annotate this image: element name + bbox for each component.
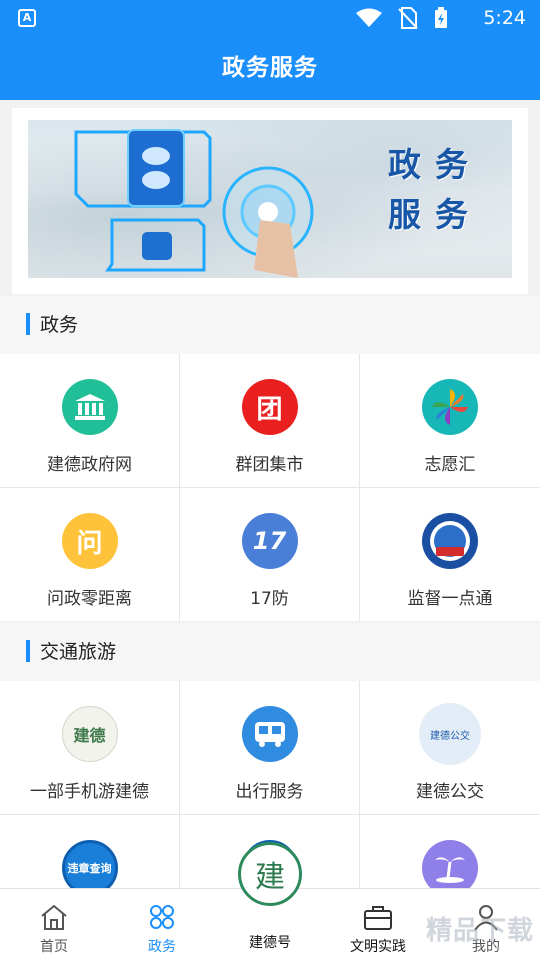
watermark: 精品下载	[425, 916, 534, 946]
page-title: 政务服务	[222, 55, 318, 81]
service-label: 群团集市	[235, 455, 304, 475]
jiande-bus-icon: 建德公交	[419, 703, 481, 765]
service-tile-group-market[interactable]: 团 群团集市	[180, 354, 359, 487]
service-label: 问政零距离	[47, 589, 132, 609]
service-tile-jiande-bus[interactable]: 建德公交 建德公交	[360, 681, 540, 814]
bus-icon	[241, 706, 298, 762]
status-bar: A 5:24	[0, 0, 540, 36]
nav-jiande-label[interactable]: 建德号	[216, 932, 324, 952]
government-building-icon	[61, 379, 118, 435]
battery-charging-icon	[435, 7, 447, 28]
service-label: 志愿汇	[424, 455, 476, 475]
jiande-tour-icon: 建德	[61, 706, 118, 762]
service-tile-volunteer[interactable]: 志愿汇	[360, 354, 540, 487]
service-tile-travel-service[interactable]: 出行服务	[180, 681, 359, 814]
section-header-government: 政务	[0, 296, 540, 354]
section-title: 交通旅游	[40, 641, 117, 663]
nav-label: 政务	[148, 939, 176, 955]
nav-label: 首页	[40, 939, 68, 955]
service-label: 17防	[250, 589, 289, 609]
banner-container: 政务 服务	[12, 108, 528, 294]
tuan-icon: 团	[241, 379, 298, 435]
supervision-icon	[422, 513, 478, 569]
nav-government[interactable]: 政务	[108, 889, 216, 960]
home-icon	[38, 901, 70, 933]
nav-civilization-practice[interactable]: 文明实践	[324, 889, 432, 960]
service-label: 建德政府网	[47, 455, 132, 475]
service-label: 建德公交	[416, 782, 484, 802]
section-accent-bar	[26, 313, 30, 335]
section-title: 政务	[40, 314, 79, 336]
service-label: 一部手机游建德	[30, 782, 149, 802]
service-tile-ask-government[interactable]: 问 问政零距离	[0, 488, 179, 621]
service-tile-jiande-government[interactable]: 建德政府网	[0, 354, 179, 487]
nav-home[interactable]: 首页	[0, 889, 108, 960]
service-tile-mobile-tour[interactable]: 建德 一部手机游建德	[0, 681, 179, 814]
service-label: 监督一点通	[407, 589, 493, 609]
government-services-grid: 建德政府网 团 群团集市 志愿汇 问 问政零距离 17 17防 监督一点通	[0, 354, 540, 621]
app-notification-icon: A	[18, 9, 36, 27]
app-header: 政务服务	[0, 36, 540, 100]
section-header-transport-travel: 交通旅游	[0, 623, 540, 681]
clock: 5:24	[483, 7, 526, 29]
banner-image[interactable]: 政务 服务	[28, 120, 512, 278]
status-icons	[356, 7, 448, 29]
service-label: 出行服务	[235, 782, 304, 802]
clover-icon	[146, 901, 178, 933]
pinwheel-icon	[422, 379, 478, 435]
jiande-logo-icon[interactable]: 建	[238, 842, 302, 906]
nav-label: 文明实践	[350, 939, 406, 955]
seventeen-icon: 17	[241, 513, 298, 569]
banner-caption: 政务 服务	[388, 145, 482, 234]
service-tile-17-prevention[interactable]: 17 17防	[180, 488, 359, 621]
briefcase-icon	[362, 901, 394, 933]
wifi-icon	[356, 8, 382, 27]
no-sim-icon	[398, 7, 418, 29]
service-tile-supervision[interactable]: 监督一点通	[360, 488, 540, 621]
section-accent-bar	[26, 640, 30, 662]
wen-icon: 问	[61, 513, 118, 569]
